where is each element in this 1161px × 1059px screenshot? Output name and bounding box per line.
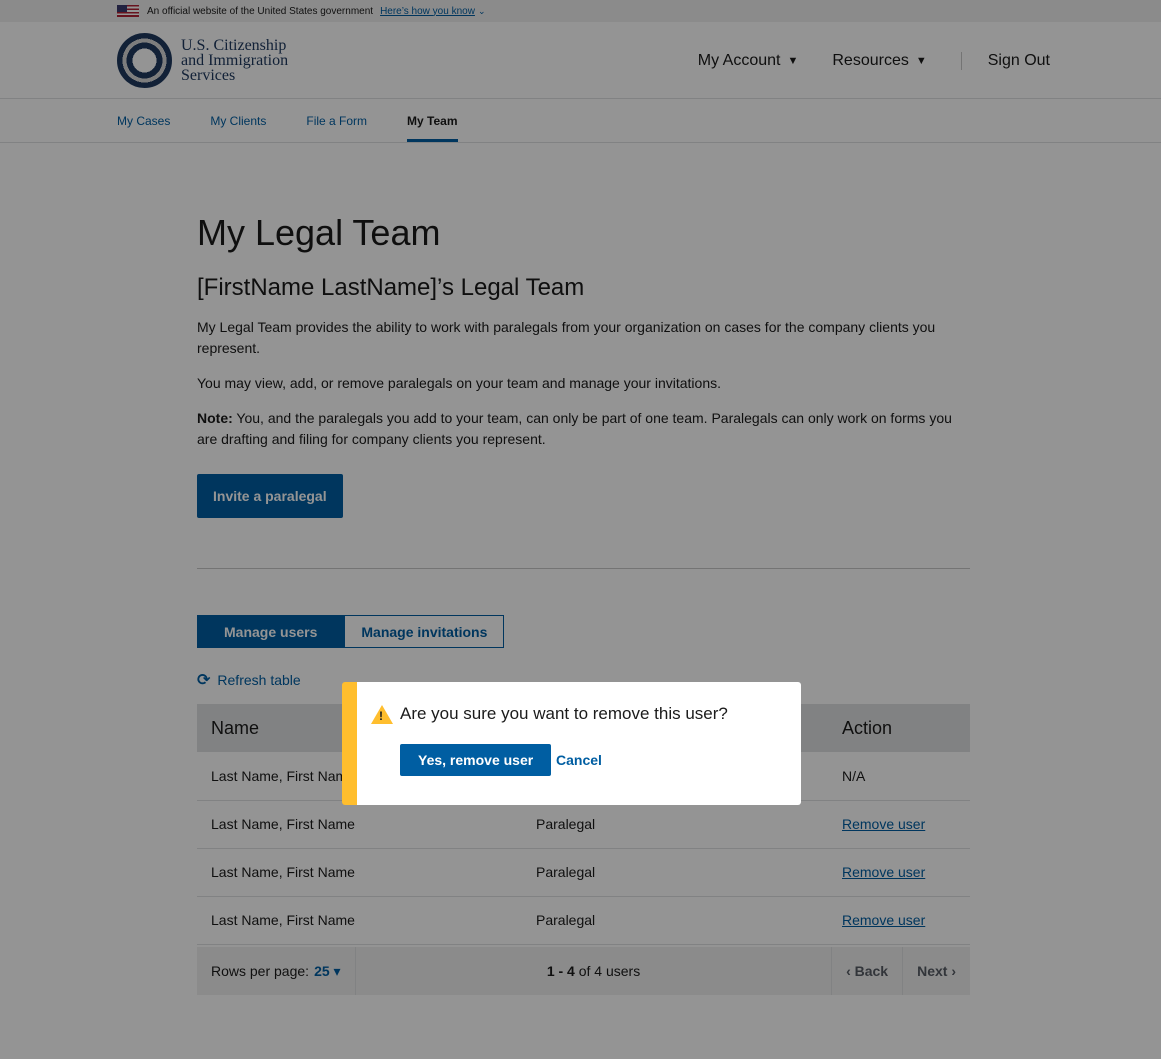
cancel-button[interactable]: Cancel: [556, 744, 602, 776]
yes-remove-user-button[interactable]: Yes, remove user: [400, 744, 552, 776]
warning-icon-glyph: !: [379, 708, 383, 723]
remove-user-alert: ! Are you sure you want to remove this u…: [342, 682, 801, 805]
warning-icon: !: [371, 704, 393, 724]
alert-message: ! Are you sure you want to remove this u…: [371, 704, 728, 724]
modal-overlay[interactable]: [0, 0, 1161, 1059]
alert-question: Are you sure you want to remove this use…: [400, 704, 728, 723]
